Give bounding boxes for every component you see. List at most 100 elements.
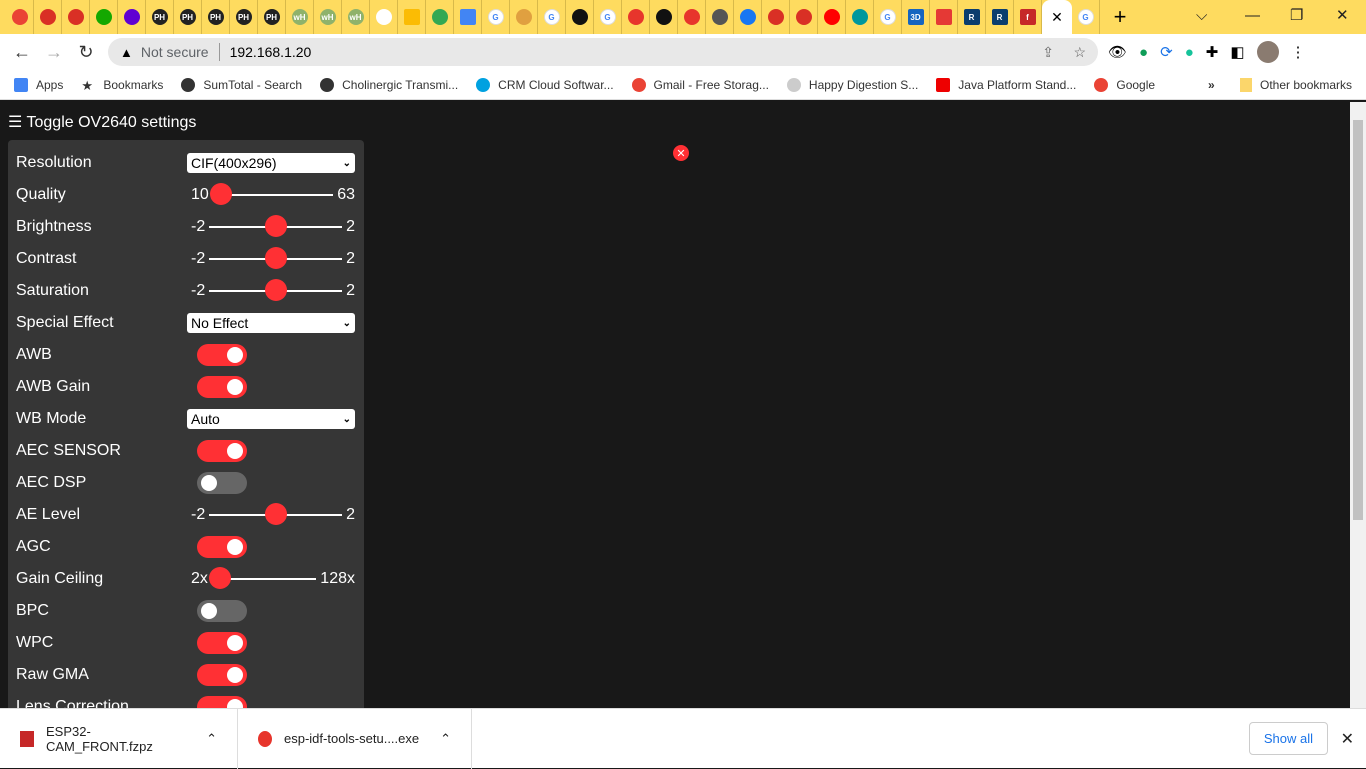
tab[interactable]	[706, 0, 734, 34]
tab-search-icon[interactable]: ⌵	[1196, 0, 1207, 30]
active-tab[interactable]: ✕	[1042, 0, 1072, 34]
tab[interactable]: PH	[202, 0, 230, 34]
tab[interactable]	[398, 0, 426, 34]
evernote-extension-icon[interactable]: ●	[1139, 44, 1148, 61]
slider-thumb[interactable]	[209, 183, 232, 205]
bpc-toggle[interactable]	[197, 600, 247, 622]
raw-gma-toggle[interactable]	[197, 664, 247, 686]
tab[interactable]: G	[594, 0, 622, 34]
tab[interactable]: PH	[146, 0, 174, 34]
tab[interactable]: f	[1014, 0, 1042, 34]
tab[interactable]	[622, 0, 650, 34]
tab[interactable]: 3D	[902, 0, 930, 34]
tab[interactable]: G	[482, 0, 510, 34]
awb-gain-toggle[interactable]	[197, 376, 247, 398]
bookmark-item[interactable]: Cholinergic Transmi...	[320, 77, 458, 92]
security-label[interactable]: Not secure	[141, 44, 209, 60]
aec-dsp-toggle[interactable]	[197, 472, 247, 494]
close-downloads-icon[interactable]: ✕	[1341, 729, 1354, 749]
tab[interactable]: R	[986, 0, 1014, 34]
resolution-select[interactable]: CIF(400x296) ⌄	[187, 153, 355, 173]
other-bookmarks[interactable]: Other bookmarks	[1240, 77, 1352, 92]
grammarly-icon[interactable]: ●	[1185, 44, 1194, 61]
tab[interactable]	[118, 0, 146, 34]
tab[interactable]	[454, 0, 482, 34]
profile-avatar[interactable]	[1256, 41, 1279, 63]
page-scrollbar[interactable]	[1350, 102, 1366, 708]
slider-thumb[interactable]	[264, 215, 287, 237]
tab[interactable]	[370, 0, 398, 34]
quality-slider[interactable]: 10 63	[187, 183, 355, 205]
download-item[interactable]: esp-idf-tools-setu....exe ⌃	[238, 708, 472, 769]
contrast-slider[interactable]: -2 2	[187, 247, 355, 269]
tab[interactable]	[930, 0, 958, 34]
close-stream-icon[interactable]: ✕	[673, 145, 689, 161]
restore-button[interactable]: ❐	[1290, 0, 1303, 30]
slider-track[interactable]	[209, 503, 343, 525]
tab[interactable]: wH	[342, 0, 370, 34]
wpc-toggle[interactable]	[197, 632, 247, 654]
close-tab-icon[interactable]: ✕	[1051, 9, 1063, 26]
slider-thumb[interactable]	[208, 567, 231, 589]
slider-track[interactable]	[209, 215, 343, 237]
tab[interactable]	[734, 0, 762, 34]
bookmark-item[interactable]: Happy Digestion S...	[786, 77, 918, 92]
slider-thumb[interactable]	[264, 247, 287, 269]
tab[interactable]: R	[958, 0, 986, 34]
saturation-slider[interactable]: -2 2	[187, 279, 355, 301]
download-item[interactable]: ESP32-CAM_FRONT.fzpz ⌃	[0, 708, 238, 769]
sync-extension-icon[interactable]: ⟳	[1160, 43, 1173, 61]
special-effect-select[interactable]: No Effect ⌄	[187, 313, 355, 333]
tab[interactable]: G	[538, 0, 566, 34]
tab[interactable]	[650, 0, 678, 34]
tab[interactable]	[426, 0, 454, 34]
url-text[interactable]: 192.168.1.20	[230, 44, 312, 60]
tab[interactable]	[678, 0, 706, 34]
tab[interactable]: PH	[174, 0, 202, 34]
agc-toggle[interactable]	[197, 536, 247, 558]
tab[interactable]	[762, 0, 790, 34]
extensions-puzzle-icon[interactable]: ✚	[1206, 43, 1219, 61]
bookmark-star-icon[interactable]: ☆	[1073, 44, 1086, 61]
tab[interactable]	[566, 0, 594, 34]
show-all-button[interactable]: Show all	[1248, 722, 1328, 755]
share-icon[interactable]: ⇪	[1042, 44, 1054, 61]
bookmark-item[interactable]: SumTotal - Search	[181, 77, 302, 92]
bookmark-item[interactable]: Java Platform Stand...	[936, 77, 1076, 92]
chevron-up-icon[interactable]: ⌃	[206, 731, 217, 747]
side-panel-icon[interactable]: ◧	[1230, 43, 1244, 61]
minimize-button[interactable]: —	[1245, 0, 1260, 30]
brightness-slider[interactable]: -2 2	[187, 215, 355, 237]
tab[interactable]: wH	[314, 0, 342, 34]
tab[interactable]: wH	[286, 0, 314, 34]
window-close-button[interactable]: ✕	[1336, 0, 1349, 30]
eye-extension-icon[interactable]: 👁	[1108, 43, 1127, 61]
lens-correction-toggle[interactable]	[197, 696, 247, 708]
bookmark-item[interactable]: ★ Bookmarks	[81, 78, 163, 93]
aec-sensor-toggle[interactable]	[197, 440, 247, 462]
bookmark-item[interactable]: CRM Cloud Softwar...	[476, 77, 614, 92]
tab[interactable]	[818, 0, 846, 34]
tab[interactable]: PH	[230, 0, 258, 34]
ae-level-slider[interactable]: -2 2	[187, 503, 355, 525]
bookmark-item[interactable]: Apps	[14, 77, 63, 92]
settings-toggle[interactable]: ☰ Toggle OV2640 settings	[8, 112, 196, 132]
tab[interactable]	[62, 0, 90, 34]
tab[interactable]	[790, 0, 818, 34]
slider-thumb[interactable]	[264, 279, 287, 301]
reload-button[interactable]: ↻	[70, 42, 102, 63]
bookmark-item[interactable]: Gmail - Free Storag...	[631, 77, 769, 92]
tab[interactable]	[510, 0, 538, 34]
slider-track[interactable]	[209, 279, 343, 301]
tab[interactable]: PH	[258, 0, 286, 34]
tab[interactable]	[90, 0, 118, 34]
forward-button[interactable]: →	[38, 42, 70, 63]
wb-mode-select[interactable]: Auto ⌄	[187, 409, 355, 429]
gain-ceiling-slider[interactable]: 2x 128x	[187, 567, 355, 589]
bookmark-item[interactable]: Google	[1094, 77, 1155, 92]
slider-track[interactable]	[209, 247, 343, 269]
awb-toggle[interactable]	[197, 344, 247, 366]
tab[interactable]: G	[874, 0, 902, 34]
chevron-up-icon[interactable]: ⌃	[440, 731, 451, 747]
tab[interactable]	[6, 0, 34, 34]
